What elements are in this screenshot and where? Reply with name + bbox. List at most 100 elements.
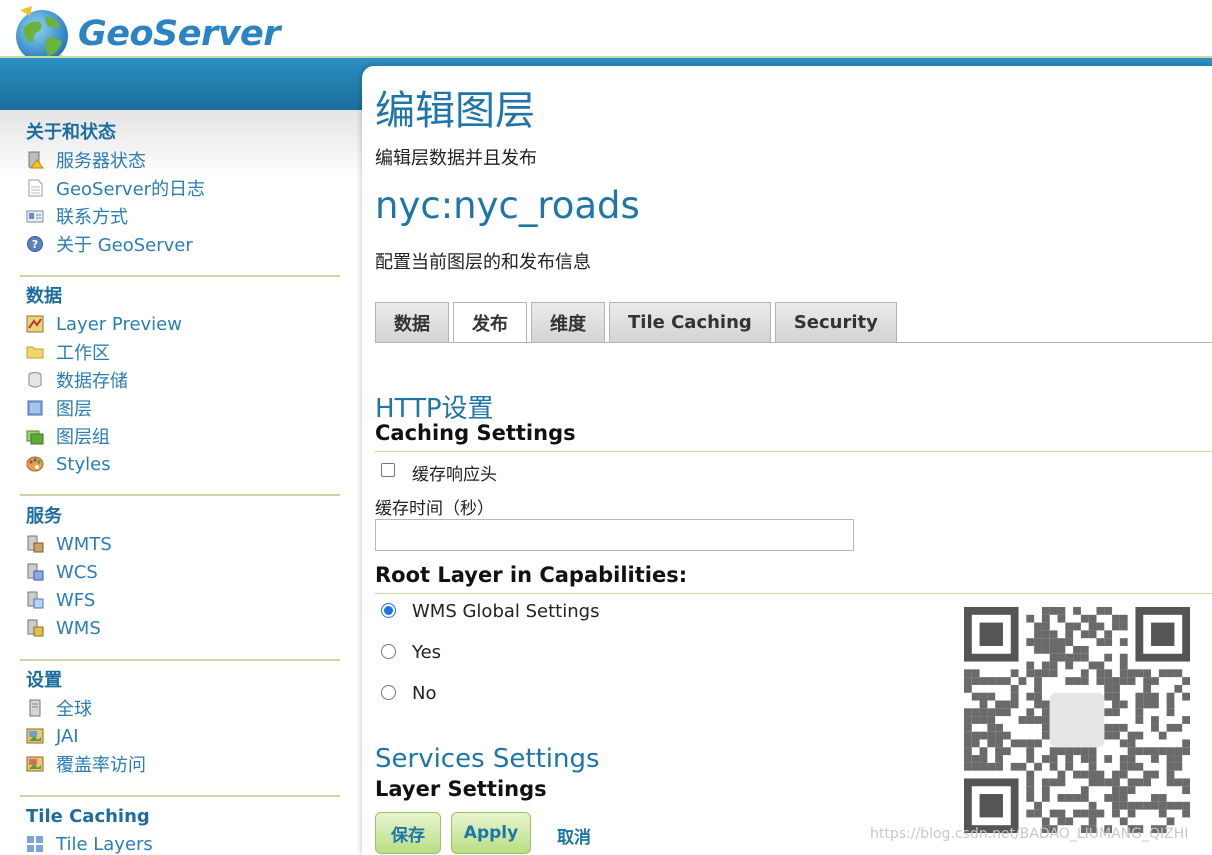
folder-icon <box>26 343 44 361</box>
wms-service-icon <box>26 619 44 637</box>
page: GeoServer 关于和状态 服务器状态 GeoServer的日志 联系方式 … <box>0 0 1212 855</box>
global-server-icon <box>26 699 44 717</box>
sidebar-section-title: 关于和状态 <box>26 122 116 143</box>
server-status-icon <box>26 151 44 169</box>
sidebar-item-label: 图层 <box>56 399 92 420</box>
cache-headers-checkbox[interactable] <box>381 463 395 477</box>
sidebar-section-title: 设置 <box>26 670 62 691</box>
tab-underline <box>375 342 1212 343</box>
sidebar-item-label: 数据存储 <box>56 371 128 392</box>
sidebar-item-label: Layer Preview <box>56 313 182 335</box>
section-divider <box>375 593 1212 594</box>
cache-time-input[interactable] <box>375 519 854 551</box>
main-content: 编辑图层 编辑层数据并且发布 nyc:nyc_roads 配置当前图层的和发布信… <box>362 66 1212 855</box>
sidebar-item-jai[interactable]: JAI <box>20 722 340 750</box>
sidebar-item-workspaces[interactable]: 工作区 <box>20 338 340 366</box>
root-layer-option-label: Yes <box>412 642 442 663</box>
cancel-link[interactable]: 取消 <box>557 823 591 848</box>
root-layer-radio-yes[interactable] <box>381 644 396 659</box>
sidebar-item-layers[interactable]: 图层 <box>20 394 340 422</box>
help-icon: ? <box>26 235 44 253</box>
apply-button[interactable]: Apply <box>451 812 531 854</box>
sidebar-item-coverage-access[interactable]: 覆盖率访问 <box>20 750 340 778</box>
sidebar-item-label: 图层组 <box>56 427 110 448</box>
sidebar-item-wms[interactable]: WMS <box>20 614 340 642</box>
sidebar-section-data: 数据 Layer Preview 工作区 数据存储 图层 图层组 Styles <box>20 286 340 478</box>
sidebar-item-layer-preview[interactable]: Layer Preview <box>20 310 340 338</box>
sidebar-item-label: 服务器状态 <box>56 151 146 172</box>
wfs-service-icon <box>26 591 44 609</box>
logo-text: GeoServer <box>78 14 281 54</box>
layer-group-icon <box>26 427 44 445</box>
sidebar-section-settings: 设置 全球 JAI 覆盖率访问 <box>20 670 340 778</box>
sidebar-item-label: GeoServer的日志 <box>56 179 206 200</box>
sidebar-section-title: 服务 <box>26 506 62 527</box>
sidebar-item-label: 覆盖率访问 <box>56 755 146 776</box>
sidebar-item-label: WFS <box>56 589 96 611</box>
sidebar-item-label: 工作区 <box>56 343 110 364</box>
sidebar-divider <box>20 795 340 797</box>
map-preview-icon <box>26 315 44 333</box>
sidebar-item-contact[interactable]: 联系方式 <box>20 202 340 230</box>
page-title: 编辑图层 <box>375 88 535 134</box>
qr-code-image <box>964 607 1190 833</box>
svg-text:?: ? <box>32 238 38 251</box>
sidebar-item-label: JAI <box>56 725 79 747</box>
tab-bar: 数据 发布 维度 Tile Caching Security <box>375 302 901 343</box>
sidebar-item-server-status[interactable]: 服务器状态 <box>20 146 340 174</box>
tile-layers-icon <box>26 835 44 853</box>
tab-security[interactable]: Security <box>774 302 897 342</box>
sidebar-divider <box>20 275 340 277</box>
services-settings-heading: Services Settings <box>375 744 600 774</box>
wmts-service-icon <box>26 535 44 553</box>
cache-time-label: 缓存时间（秒） <box>375 499 494 519</box>
cache-headers-label: 缓存响应头 <box>412 465 497 485</box>
sidebar-item-layer-groups[interactable]: 图层组 <box>20 422 340 450</box>
sidebar-item-label: 联系方式 <box>56 207 128 228</box>
sidebar-item-label: 关于 GeoServer <box>56 235 193 256</box>
sidebar-item-wmts[interactable]: WMTS <box>20 530 340 558</box>
sidebar-item-geoserver-log[interactable]: GeoServer的日志 <box>20 174 340 202</box>
sidebar-divider <box>20 494 340 496</box>
layer-name: nyc:nyc_roads <box>375 184 640 227</box>
save-button[interactable]: 保存 <box>375 812 441 854</box>
sidebar-section-about: 关于和状态 服务器状态 GeoServer的日志 联系方式 ? 关于 GeoSe… <box>20 122 340 258</box>
root-layer-radio-wms-global[interactable] <box>381 603 396 618</box>
tab-tile-caching[interactable]: Tile Caching <box>609 302 771 342</box>
sidebar-item-wfs[interactable]: WFS <box>20 586 340 614</box>
caching-settings-heading: Caching Settings <box>375 421 576 445</box>
palette-icon <box>26 455 44 473</box>
sidebar-item-wcs[interactable]: WCS <box>20 558 340 586</box>
tab-publishing[interactable]: 发布 <box>453 302 527 343</box>
root-layer-option-label: No <box>412 683 437 704</box>
layer-icon <box>26 399 44 417</box>
database-icon <box>26 371 44 389</box>
coverage-access-icon <box>26 755 44 773</box>
sidebar-item-label: WMTS <box>56 533 112 555</box>
root-layer-heading: Root Layer in Capabilities: <box>375 563 688 587</box>
http-settings-heading: HTTP设置 <box>375 394 494 424</box>
sidebar-item-tile-layers[interactable]: Tile Layers <box>20 830 340 855</box>
jai-image-icon <box>26 727 44 745</box>
layer-description: 配置当前图层的和发布信息 <box>375 252 591 273</box>
sidebar-section-services: 服务 WMTS WCS WFS WMS <box>20 506 340 642</box>
contact-card-icon <box>26 207 44 225</box>
log-document-icon <box>26 179 44 197</box>
sidebar-item-label: 全球 <box>56 699 92 720</box>
sidebar-item-global[interactable]: 全球 <box>20 694 340 722</box>
sidebar-item-label: Tile Layers <box>56 833 153 855</box>
sidebar-item-styles[interactable]: Styles <box>20 450 340 478</box>
sidebar-item-label: WMS <box>56 617 101 639</box>
sidebar-divider <box>20 659 340 661</box>
watermark-text: https://blog.csdn.net/BADAO_LIUMANG_QIZH… <box>870 826 1189 842</box>
sidebar-item-label: Styles <box>56 453 111 475</box>
sidebar-section-tile-caching: Tile Caching Tile Layers <box>20 806 340 855</box>
sidebar-item-about-geoserver[interactable]: ? 关于 GeoServer <box>20 230 340 258</box>
sidebar-item-label: WCS <box>56 561 98 583</box>
tab-data[interactable]: 数据 <box>375 302 449 342</box>
root-layer-radio-no[interactable] <box>381 685 396 700</box>
section-divider <box>375 451 1212 452</box>
tab-dimensions[interactable]: 维度 <box>531 302 605 342</box>
sidebar-item-stores[interactable]: 数据存储 <box>20 366 340 394</box>
sidebar-section-title: Tile Caching <box>26 806 150 827</box>
